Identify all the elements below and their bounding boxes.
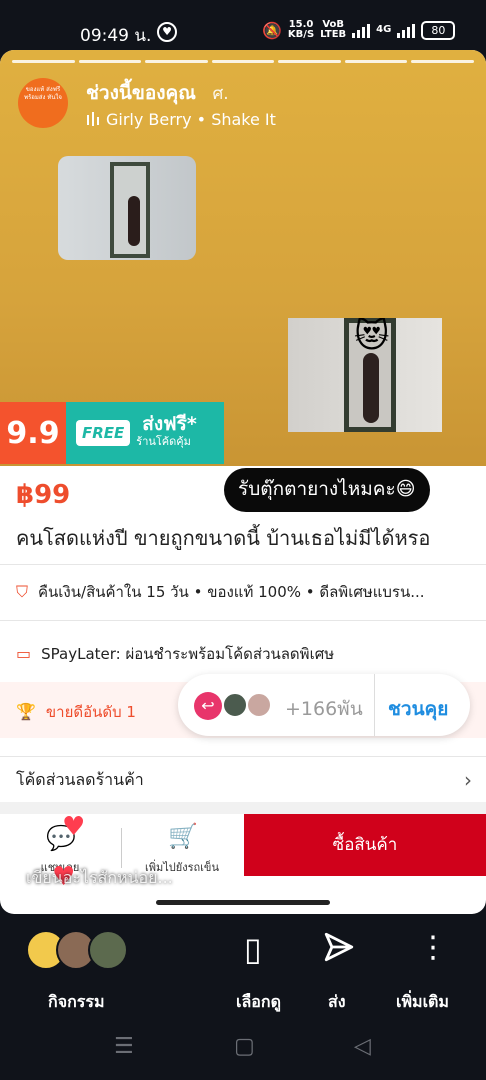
product-photo-2: 😻 bbox=[288, 318, 442, 432]
recent-apps-icon[interactable]: ☰ bbox=[114, 1034, 134, 1059]
floating-heart-icon: ♥ bbox=[62, 812, 86, 842]
cat-emoji-sticker: 😻 bbox=[354, 318, 390, 356]
free-shipping-badge: FREE ส่งฟรี* ร้านโค้ดคุ้ม bbox=[66, 402, 224, 464]
network-type: 4G bbox=[376, 24, 392, 35]
story-avatar[interactable]: ของแท้ ส่งฟรี พร้อมส่ง ทันใจ bbox=[18, 78, 68, 128]
divider bbox=[0, 620, 486, 621]
reply-arrow-icon[interactable]: ↩ bbox=[194, 692, 222, 720]
story-music[interactable]: Girly Berry • Shake It bbox=[86, 110, 276, 129]
divider bbox=[374, 674, 375, 736]
net-speed: 15.0 KB/S bbox=[287, 19, 315, 40]
cart-plus-icon: 🛒 bbox=[168, 822, 198, 850]
viewer-avatar bbox=[246, 692, 272, 718]
more-vertical-icon[interactable]: ⋮ bbox=[418, 930, 448, 965]
story-text-sticker: รับตุ๊กตายางไหมคะ😄 bbox=[224, 468, 430, 512]
reply-bar[interactable]: ↩ +166พัน ชวนคุย bbox=[178, 674, 470, 736]
status-icons: 🔕 15.0 KB/S VoB LTEB 4G 80 bbox=[262, 19, 456, 40]
signal-icon bbox=[352, 22, 371, 38]
divider bbox=[0, 756, 486, 757]
volte-badge: VoB LTEB bbox=[320, 19, 347, 40]
story-viewer: 09:49 น. ♥ 🔕 15.0 KB/S VoB LTEB 4G 80 ของ… bbox=[0, 0, 486, 1080]
activity-label[interactable]: กิจกรรม bbox=[48, 990, 104, 1015]
sale-banner: 9.9 FREE ส่งฟรี* ร้านโค้ดคุ้ม bbox=[0, 402, 224, 464]
home-indicator bbox=[156, 900, 330, 905]
product-name[interactable]: คนโสดแห่งปี ขายถูกขนาดนี้ บ้านเธอไม่มีได… bbox=[16, 522, 430, 554]
home-icon[interactable]: ▢ bbox=[234, 1034, 255, 1059]
browse-label[interactable]: เลือกดู bbox=[236, 990, 281, 1015]
sale-tag: 9.9 bbox=[0, 402, 66, 464]
wallet-icon: ▭ bbox=[16, 644, 32, 663]
shield-icon: ⛉ bbox=[16, 582, 29, 601]
viewer-avatar bbox=[222, 692, 248, 718]
comment-input[interactable]: เขียนอะไรสักหน่อย... bbox=[26, 866, 173, 891]
story-progress bbox=[12, 60, 475, 63]
best-seller-row[interactable]: 🏆 ขายดีอันดับ 1 bbox=[16, 700, 136, 724]
notification-heart-icon: ♥ bbox=[157, 22, 177, 42]
mirror-frame bbox=[110, 162, 150, 258]
trophy-icon: 🏆 bbox=[16, 702, 36, 721]
mute-icon: 🔕 bbox=[262, 20, 282, 40]
invite-chat-button[interactable]: ชวนคุย bbox=[388, 694, 448, 724]
viewer-count: +166พัน bbox=[285, 698, 363, 720]
divider bbox=[0, 564, 486, 565]
story-media[interactable]: ของแท้ ส่งฟรี พร้อมส่ง ทันใจ ช่วงนี้ของค… bbox=[0, 50, 486, 466]
viewer-avatar bbox=[88, 930, 128, 970]
guarantee-row[interactable]: ⛉ คืนเงิน/สินค้าใน 15 วัน • ของแท้ 100% •… bbox=[16, 580, 425, 604]
spaylater-row[interactable]: ▭ SPayLater: ผ่อนชำระพร้อมโค้ดส่วนลดพิเศษ bbox=[16, 642, 334, 666]
status-bar: 09:49 น. ♥ 🔕 15.0 KB/S VoB LTEB 4G 80 bbox=[0, 0, 486, 56]
browse-icon[interactable]: ▯ bbox=[244, 930, 262, 968]
product-price: ฿99 bbox=[16, 480, 71, 510]
signal-icon-2 bbox=[397, 22, 416, 38]
free-label: FREE bbox=[76, 420, 131, 446]
story-card[interactable]: ของแท้ ส่งฟรี พร้อมส่ง ทันใจ ช่วงนี้ของค… bbox=[0, 50, 486, 914]
back-icon[interactable]: ◁ bbox=[354, 1034, 371, 1059]
system-nav-bar: ☰ ▢ ◁ bbox=[0, 1030, 486, 1080]
story-actions: กิจกรรม ▯ เลือกดู ส่ง ⋮ เพิ่มเติม bbox=[0, 920, 486, 1020]
music-bars-icon bbox=[87, 112, 99, 126]
story-time: ศ. bbox=[212, 84, 229, 104]
more-label[interactable]: เพิ่มเติม bbox=[396, 990, 449, 1015]
send-label[interactable]: ส่ง bbox=[328, 990, 346, 1015]
send-icon[interactable] bbox=[322, 930, 356, 964]
clock: 09:49 น. bbox=[80, 26, 152, 46]
chevron-right-icon: › bbox=[464, 768, 472, 792]
battery-indicator: 80 bbox=[421, 20, 456, 40]
shop-voucher-row[interactable]: โค้ดส่วนลดร้านค้า › bbox=[0, 758, 486, 802]
story-title: ช่วงนี้ของคุณ bbox=[86, 82, 196, 104]
story-header: ช่วงนี้ของคุณ ศ. bbox=[86, 78, 229, 108]
activity-avatars[interactable] bbox=[26, 930, 136, 972]
product-photo-1 bbox=[58, 156, 196, 260]
buy-now-button[interactable]: ซื้อสินค้า bbox=[244, 814, 486, 876]
